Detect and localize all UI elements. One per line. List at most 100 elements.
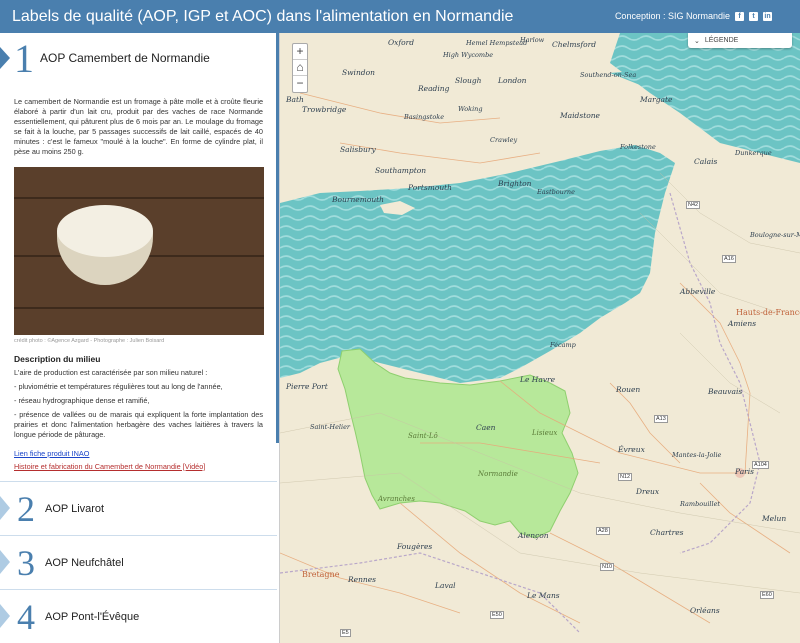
chevron-right-icon [0,604,10,628]
region-label: Bretagne [302,570,340,579]
legend-toggle[interactable]: ⌄ LÉGENDE [688,33,792,48]
city-label: Crawley [490,136,518,144]
road-label: A28 [596,527,610,535]
city-label: Laval [435,581,456,590]
milieu-item: - réseau hydrographique dense et ramifié… [14,396,150,405]
city-label: Bath [286,95,304,104]
city-label: Maidstone [560,111,600,120]
city-label: Swindon [342,68,375,77]
city-label: Trowbridge [302,105,347,114]
city-label: Bournemouth [332,195,385,204]
facebook-icon[interactable]: f [735,11,744,21]
road-label: A104 [752,461,769,469]
city-label: Margate [640,95,673,104]
zoom-out-button[interactable]: − [293,76,307,92]
section-number: 2 [17,488,35,529]
city-label: Beauvais [708,387,743,396]
linkedin-icon[interactable]: in [763,11,772,21]
city-label: Dreux [636,487,660,496]
city-label: Salisbury [340,145,376,154]
city-label: High Wycombe [443,51,494,59]
chevron-down-icon: ⌄ [694,37,700,45]
milieu-item: - pluviométrie et températures régulière… [14,382,223,391]
wood-plank [14,197,264,199]
legend-label: LÉGENDE [704,37,739,44]
zoom-in-button[interactable]: + [293,44,307,60]
city-label: Fougères [397,542,433,551]
city-label: Mantes-la-Jolie [672,451,722,459]
city-label: Folkestone [620,143,656,151]
region-label: Hauts-de-France [736,308,800,317]
zoom-control[interactable]: + ⌂ − [292,43,308,93]
city-label: Southampton [375,166,427,175]
map-base [280,33,800,634]
road-label: E5 [340,629,351,637]
city-label: Brighton [498,179,532,188]
milieu-title: Description du milieu [14,354,101,364]
city-label: Slough [455,76,482,85]
city-label: Dunkerque [735,149,772,157]
city-label: Rambouillet [680,500,721,508]
city-label: Orléans [690,606,720,615]
city-label: Alençon [518,531,549,540]
city-label: Harlow [520,36,545,44]
city-label: Évreux [618,445,645,454]
active-arrow-icon [0,47,10,69]
app-header: Labels de qualité (AOP, IGP et AOC) dans… [0,0,800,33]
city-label: Rouen [616,385,641,394]
city-label: London [498,76,527,85]
city-label: Saint-Lô [408,432,438,440]
credit-bar: Conception : SIG Normandie f t in [615,11,772,21]
section-title: AOP Camembert de Normandie [40,51,210,65]
inao-link-wrap: Lien fiche produit INAO [0,440,279,458]
section-title: AOP Neufchâtel [45,556,124,569]
inao-link[interactable]: Lien fiche produit INAO [14,449,89,458]
map-view[interactable]: + ⌂ − ⌄ LÉGENDE Oxford Hemel Hempstead H… [280,33,800,643]
twitter-icon[interactable]: t [749,11,758,21]
road-label: N12 [618,473,633,481]
product-description: Le camembert de Normandie est un fromage… [14,97,263,156]
section-header[interactable]: 1 AOP Camembert de Normandie [0,33,279,83]
section-neufchatel[interactable]: 3 AOP Neufchâtel [0,535,277,589]
city-label: Abbeville [680,287,716,296]
city-label: Rennes [348,575,377,584]
road-label: N10 [600,563,615,571]
region-label: Normandie [478,470,518,478]
city-label: Eastbourne [537,188,575,196]
city-label: Hemel Hempstead [466,39,528,47]
city-label: Lisieux [532,429,558,437]
city-label: Boulogne-sur-Mer [750,231,800,239]
home-button[interactable]: ⌂ [293,60,307,76]
city-label: Melun [762,514,787,523]
city-label: Basingstoke [404,113,445,121]
road-label: E50 [490,611,504,619]
page-title: Labels de qualité (AOP, IGP et AOC) dans… [12,7,514,25]
city-label: Le Mans [527,591,560,600]
road-label: E60 [760,591,774,599]
section-camembert[interactable]: 1 AOP Camembert de Normandie Le camember… [0,33,279,471]
video-link[interactable]: Histoire et fabrication du Camembert de … [14,462,205,471]
city-label: Caen [476,423,496,432]
city-label: Pierre Port [286,382,328,391]
section-number: 4 [17,596,35,637]
story-sidebar[interactable]: 1 AOP Camembert de Normandie Le camember… [0,33,280,643]
city-label: Fécamp [550,341,576,349]
city-label: Chelmsford [552,40,597,49]
road-label: N42 [686,201,701,209]
credit-text: Conception : SIG Normandie [614,11,730,21]
chevron-right-icon [0,550,10,574]
city-label: Calais [694,157,718,166]
camembert-photo [14,167,264,335]
road-label: A13 [654,415,668,423]
section-livarot[interactable]: 2 AOP Livarot [0,481,277,535]
city-label: Oxford [388,38,415,47]
video-link-wrap: Histoire et fabrication du Camembert de … [0,458,279,471]
chevron-right-icon [0,496,10,520]
section-pont-leveque[interactable]: 4 AOP Pont-l'Évêque [0,589,277,643]
section-title: AOP Livarot [45,502,105,515]
city-label: Avranches [378,495,415,503]
city-label: Amiens [728,319,757,328]
city-label: Southend-on-Sea [580,71,637,79]
road-label: A16 [722,255,736,263]
city-label: Saint-Helier [310,423,351,431]
